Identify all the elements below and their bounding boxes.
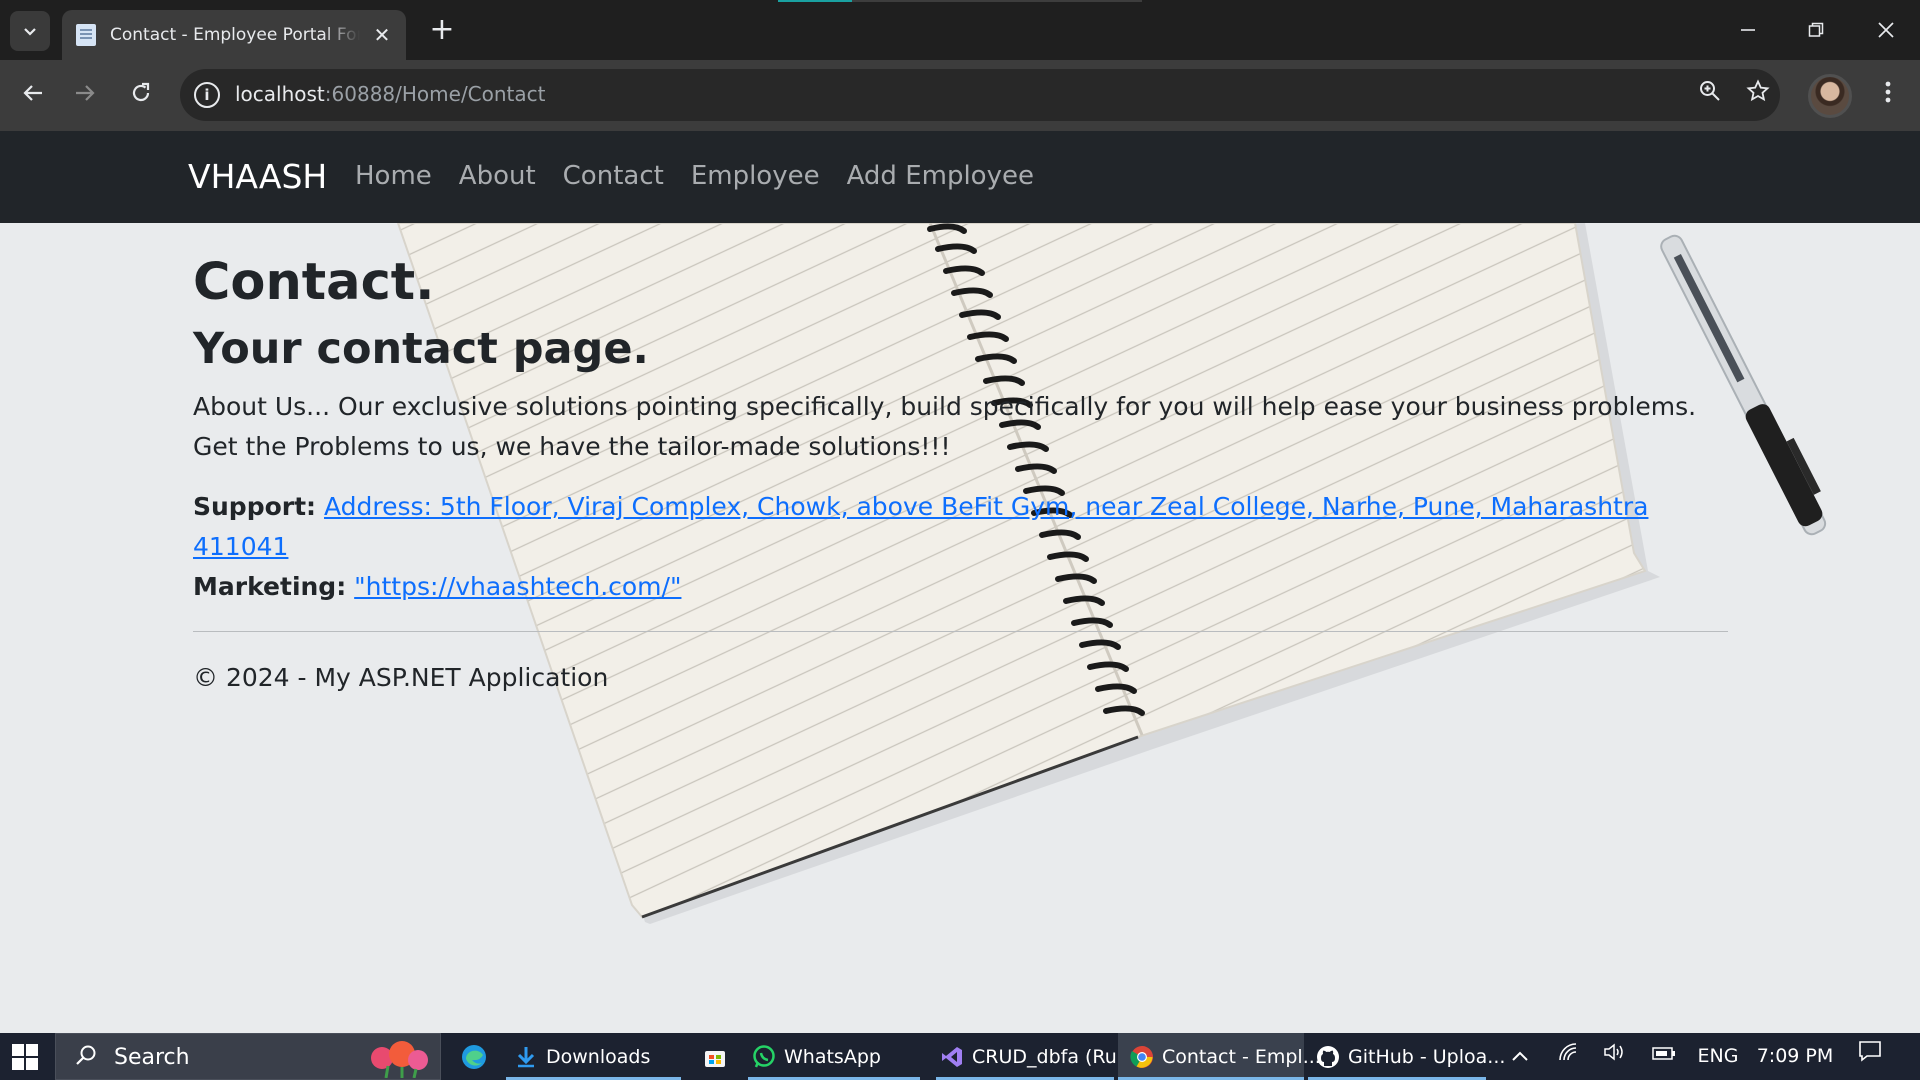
brand-link[interactable]: VHAASH — [188, 157, 327, 196]
marketing-link[interactable]: "https://vhaashtech.com/" — [354, 572, 681, 601]
nav-links: Home About Contact Employee Add Employee — [355, 161, 1061, 191]
footer-divider — [193, 631, 1728, 632]
input-language[interactable]: ENG — [1694, 1033, 1742, 1080]
windows-taskbar: Search Downloads WhatsApp CRUD_dbfa (Ru.… — [0, 1033, 1920, 1080]
search-icon — [74, 1043, 98, 1073]
download-arrow-icon — [514, 1045, 538, 1069]
new-tab-button[interactable]: + — [424, 13, 460, 49]
support-label: Support: — [193, 492, 317, 521]
zoom-icon[interactable] — [1694, 79, 1726, 111]
nav-about[interactable]: About — [459, 161, 536, 191]
site-navbar: VHAASH Home About Contact Employee Add E… — [0, 131, 1920, 223]
taskbar-search-box[interactable]: Search — [55, 1033, 441, 1080]
bookmark-star-icon[interactable] — [1742, 79, 1774, 111]
nav-home[interactable]: Home — [355, 161, 432, 191]
whatsapp-icon — [752, 1044, 776, 1069]
windows-start-icon[interactable] — [12, 1044, 38, 1070]
show-hidden-icons-chevron-icon[interactable] — [1506, 1033, 1534, 1080]
page-favicon-icon — [76, 24, 96, 46]
contact-address: Support: Address: 5th Floor, Viraj Compl… — [193, 487, 1728, 607]
taskbar-downloads[interactable]: Downloads — [506, 1033, 681, 1080]
tab-title: Contact - Employee Portal For ( — [110, 25, 360, 45]
nav-employee[interactable]: Employee — [691, 161, 820, 191]
browser-tab-active[interactable]: Contact - Employee Portal For ( ✕ — [62, 10, 406, 60]
back-icon[interactable] — [14, 77, 52, 115]
taskbar-edge-icon[interactable] — [456, 1033, 492, 1080]
browser-tab-bar: Contact - Employee Portal For ( ✕ + — [0, 0, 1920, 60]
battery-icon[interactable] — [1648, 1033, 1680, 1080]
taskbar-visual-studio[interactable]: CRUD_dbfa (Ru... — [936, 1033, 1135, 1080]
page-content: Contact. Your contact page. About Us... … — [193, 251, 1728, 698]
tab-strip-indicator — [778, 0, 852, 2]
github-icon — [1316, 1045, 1340, 1069]
nav-add-employee[interactable]: Add Employee — [847, 161, 1034, 191]
close-icon[interactable] — [1852, 0, 1920, 60]
taskbar-github[interactable]: GitHub - Uploa... — [1308, 1033, 1505, 1080]
page-footer: © 2024 - My ASP.NET Application — [193, 663, 609, 692]
taskbar-search-text: Search — [114, 1045, 190, 1070]
support-row: Support: Address: 5th Floor, Viraj Compl… — [193, 487, 1728, 567]
forward-icon[interactable] — [66, 77, 104, 115]
visual-studio-icon — [940, 1045, 964, 1069]
reload-icon[interactable] — [122, 77, 160, 115]
search-highlight-flowers-icon — [371, 1041, 428, 1078]
browser-toolbar: i localhost:60888/Home/Contact — [0, 60, 1920, 131]
marketing-label: Marketing: — [193, 572, 347, 601]
restore-icon[interactable] — [1782, 0, 1850, 60]
tab-search-icon[interactable] — [10, 11, 50, 51]
clock-time[interactable]: 7:09 PM — [1752, 1033, 1838, 1080]
address-bar[interactable]: i localhost:60888/Home/Contact — [180, 69, 1780, 121]
url-text[interactable]: localhost:60888/Home/Contact — [235, 82, 546, 106]
menu-dots-icon[interactable] — [1872, 77, 1904, 115]
volume-icon[interactable] — [1600, 1033, 1630, 1080]
notifications-icon[interactable] — [1852, 1033, 1888, 1080]
taskbar-store-icon[interactable] — [700, 1033, 730, 1080]
nav-contact[interactable]: Contact — [563, 161, 664, 191]
marketing-row: Marketing: "https://vhaashtech.com/" — [193, 567, 1728, 607]
page-viewport: VHAASH Home About Contact Employee Add E… — [0, 131, 1920, 1033]
tab-close-icon[interactable]: ✕ — [370, 23, 394, 47]
site-info-icon[interactable]: i — [194, 82, 220, 108]
network-icon[interactable] — [1554, 1033, 1584, 1080]
page-subtitle: Your contact page. — [193, 324, 649, 374]
minimize-icon[interactable] — [1714, 0, 1782, 60]
tab-strip-track — [852, 0, 1142, 2]
taskbar-chrome-contact[interactable]: Contact - Empl... — [1118, 1033, 1321, 1080]
chrome-icon — [1130, 1045, 1154, 1069]
profile-avatar[interactable] — [1808, 74, 1852, 118]
support-link[interactable]: Address: 5th Floor, Viraj Complex, Chowk… — [193, 492, 1648, 561]
page-title: Contact. — [193, 253, 435, 312]
taskbar-whatsapp[interactable]: WhatsApp — [748, 1033, 920, 1080]
about-text: About Us... Our exclusive solutions poin… — [193, 392, 1697, 461]
